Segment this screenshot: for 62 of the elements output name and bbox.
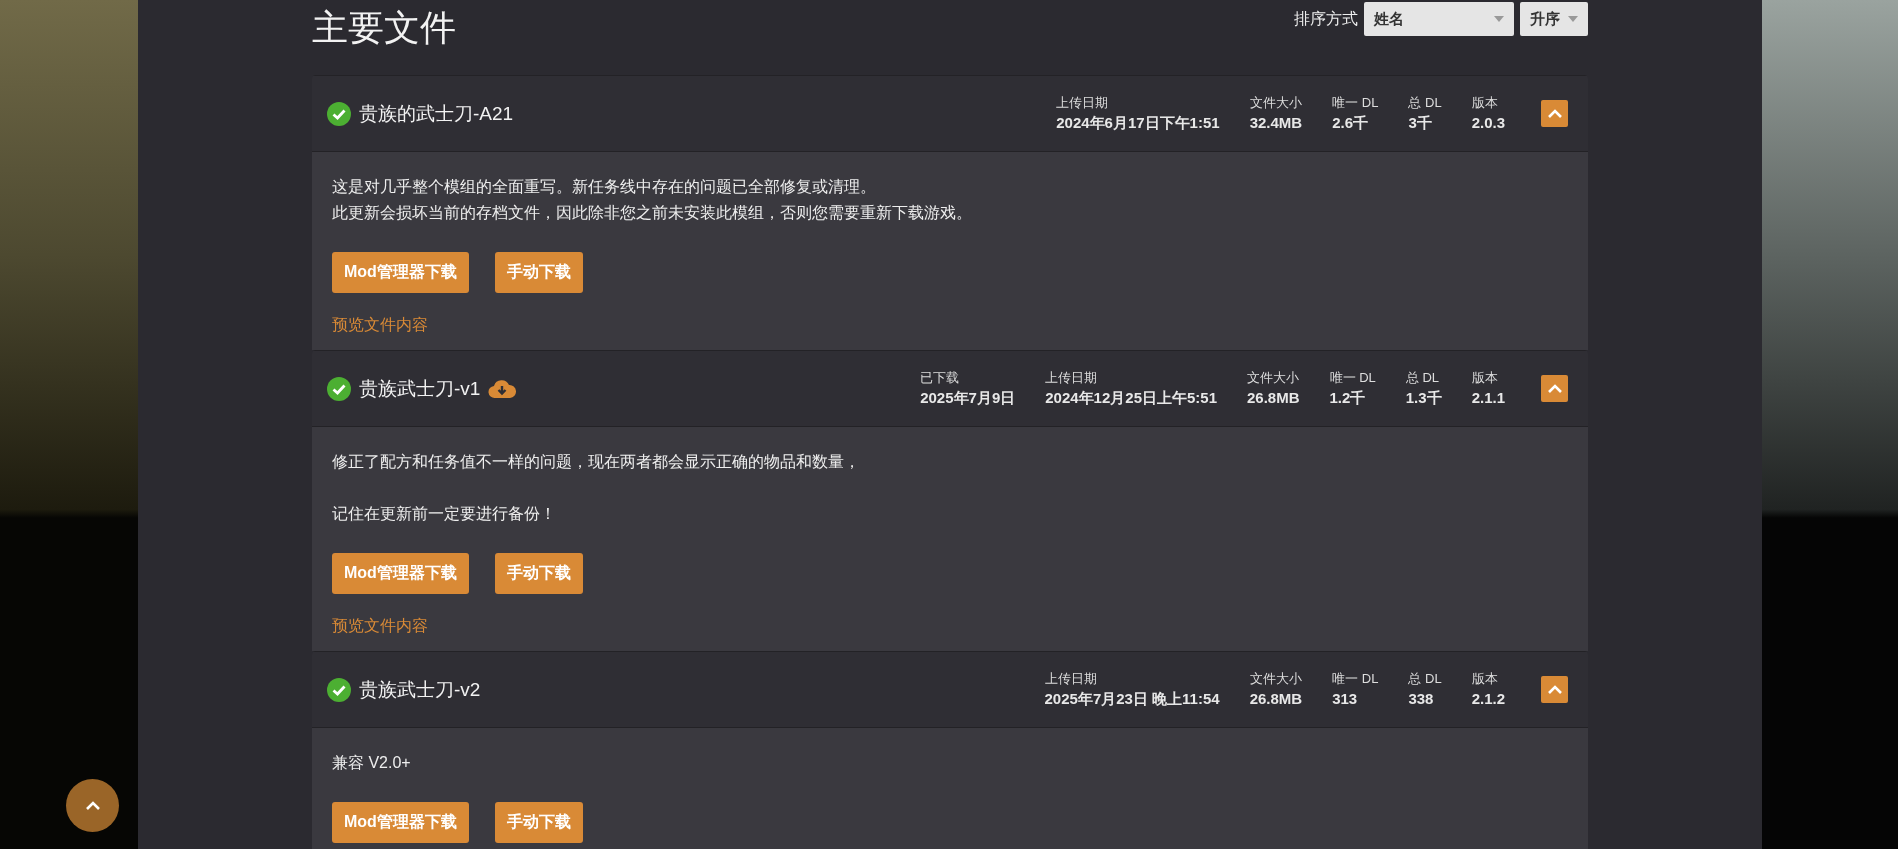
- description-text: 修正了配方和任务值不一样的问题，现在两者都会显示正确的物品和数量，: [332, 452, 861, 472]
- meta-label: 版本: [1471, 369, 1499, 387]
- caret-icon: [1568, 16, 1578, 22]
- description-text: 这是对几乎整个模组的全面重写。新任务线中存在的问题已全部修复或清理。: [332, 177, 877, 197]
- meta-value: 1.3千: [1405, 389, 1442, 408]
- collapse-button[interactable]: [1541, 375, 1568, 402]
- meta-value: 2.1.1: [1471, 389, 1505, 406]
- meta-label: 已下载: [920, 369, 961, 387]
- sort-label: 排序方式: [1294, 8, 1358, 29]
- download-button[interactable]: Mod管理器下载: [332, 252, 469, 293]
- meta-value: 2025年7月9日: [920, 389, 1016, 408]
- preview-link[interactable]: 预览文件内容: [332, 315, 428, 336]
- chevron-up-icon: [1547, 109, 1562, 118]
- section-title: 主要文件: [312, 6, 456, 50]
- meta-label: 上传日期: [1056, 94, 1110, 112]
- description-text: 记住在更新前一定要进行备份！: [332, 504, 557, 524]
- meta-label: 唯一 DL: [1329, 369, 1376, 387]
- meta-value: 3千: [1408, 114, 1433, 133]
- download-button[interactable]: 手动下载: [494, 553, 583, 594]
- meta-value: 2024年6月17日下午1:51: [1056, 114, 1220, 133]
- file-name: 贵族的武士刀-A21: [359, 101, 514, 126]
- meta-label: 上传日期: [1044, 670, 1098, 688]
- sort-field-dropdown[interactable]: 姓名: [1364, 2, 1514, 36]
- meta-label: 文件大小: [1247, 369, 1300, 387]
- meta-label: 版本: [1471, 670, 1499, 688]
- meta-value: 2.6千: [1332, 114, 1369, 133]
- meta-value: 32.4MB: [1249, 114, 1303, 131]
- meta-label: 总 DL: [1405, 369, 1440, 387]
- meta-value: 26.8MB: [1247, 389, 1300, 406]
- file-name: 贵族武士刀-v2: [359, 677, 481, 702]
- preview-link[interactable]: 预览文件内容: [332, 616, 428, 637]
- meta-label: 上传日期: [1045, 369, 1099, 387]
- meta-value: 26.8MB: [1249, 690, 1303, 707]
- chevron-up-icon: [1547, 384, 1562, 393]
- download-button[interactable]: Mod管理器下载: [332, 802, 469, 843]
- meta-label: 版本: [1471, 94, 1499, 112]
- meta-label: 唯一 DL: [1332, 670, 1379, 688]
- meta-value: 1.2千: [1329, 389, 1367, 408]
- back-to-top-button[interactable]: [66, 779, 119, 832]
- meta-label: 总 DL: [1408, 670, 1442, 688]
- meta-label: 总 DL: [1408, 94, 1442, 112]
- description-text: 此更新会损坏当前的存档文件，因此除非您之前未安装此模组，否则您需要重新下载游戏。: [332, 203, 973, 223]
- meta-value: 2024年12月25日上午5:51: [1045, 389, 1217, 408]
- download-button[interactable]: 手动下载: [494, 252, 583, 293]
- caret-icon: [1494, 16, 1504, 22]
- chevron-up-icon: [1547, 685, 1562, 694]
- meta-value: 2025年7月23日 晚上11:54: [1044, 690, 1220, 709]
- description-text: 兼容 V2.0+: [332, 753, 412, 773]
- meta-label: 文件大小: [1249, 94, 1303, 112]
- sort-order-dropdown[interactable]: 升序: [1520, 2, 1588, 36]
- meta-label: 唯一 DL: [1332, 94, 1379, 112]
- meta-value: 338: [1408, 690, 1435, 707]
- collapse-button[interactable]: [1541, 100, 1568, 127]
- meta-label: 文件大小: [1249, 670, 1303, 688]
- meta-value: 313: [1332, 690, 1359, 707]
- meta-value: 2.1.2: [1471, 690, 1505, 707]
- file-name: 贵族武士刀-v1: [359, 376, 481, 401]
- download-button[interactable]: 手动下载: [494, 802, 583, 843]
- chevron-up-icon: [85, 801, 100, 810]
- meta-value: 2.0.3: [1471, 114, 1505, 131]
- download-button[interactable]: Mod管理器下载: [332, 553, 469, 594]
- collapse-button[interactable]: [1541, 676, 1568, 703]
